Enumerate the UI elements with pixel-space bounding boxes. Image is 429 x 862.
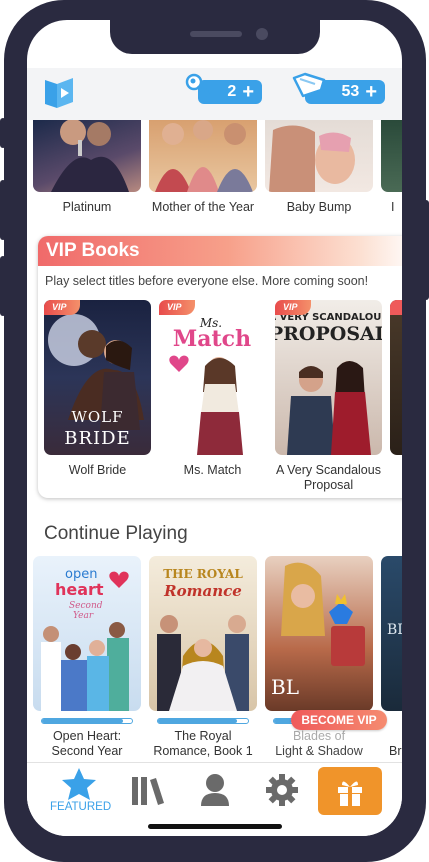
vip-badge: VIP xyxy=(159,300,195,315)
title-line-1: Blades of xyxy=(292,729,346,743)
person-icon xyxy=(201,774,229,806)
continue-title-blades[interactable]: Blades of Light & Shadow xyxy=(261,729,377,759)
app-logo-icon[interactable] xyxy=(43,76,75,110)
continue-title-open-heart[interactable]: Open Heart: Second Year xyxy=(29,729,145,759)
cover-partial-text: BI xyxy=(387,622,402,638)
title-line-2: Second Year xyxy=(51,744,123,758)
svg-text:Year: Year xyxy=(73,611,94,621)
continue-cover-open-heart[interactable]: open heart Second Year xyxy=(33,556,141,711)
top-bar: 2 + 53 + xyxy=(27,68,402,120)
keys-count: 2 xyxy=(227,83,237,100)
progress-fill xyxy=(42,719,123,723)
book-cover-baby-bump[interactable] xyxy=(265,120,373,192)
camera xyxy=(256,28,268,40)
volume-down-button xyxy=(0,256,6,316)
vip-badge: VIP xyxy=(275,300,311,315)
title-line-1: A Very Scandalous xyxy=(276,463,381,477)
vip-book-title-scandalous-proposal[interactable]: A Very Scandalous Proposal xyxy=(275,463,382,493)
vip-header: VIP Books xyxy=(38,236,402,266)
vip-book-cover-scandalous-proposal[interactable]: A VERY SCANDALOUS PROPOSAL VIP xyxy=(275,300,382,455)
gems-count: 53 xyxy=(341,83,360,100)
svg-text:Romance: Romance xyxy=(163,582,242,600)
svg-text:PROPOSAL: PROPOSAL xyxy=(275,323,382,345)
vip-book-title-wolf-bride[interactable]: Wolf Bride xyxy=(44,463,151,478)
book-title-baby-bump[interactable]: Baby Bump xyxy=(265,200,373,215)
continue-playing-heading: Continue Playing xyxy=(44,523,188,544)
svg-text:Match: Match xyxy=(173,326,251,352)
progress-royal-romance xyxy=(157,718,249,724)
book-cover-partial[interactable] xyxy=(381,120,402,192)
tab-featured-label: FEATURED xyxy=(50,801,112,813)
vip-book-cover-ms-match[interactable]: Ms. Match VIP xyxy=(159,300,266,455)
cover-art xyxy=(155,120,253,192)
vip-badge-partial xyxy=(390,300,402,315)
svg-text:WOLF: WOLF xyxy=(71,408,123,426)
continue-title-royal-romance[interactable]: The Royal Romance, Book 1 xyxy=(145,729,261,759)
add-keys-icon[interactable]: + xyxy=(242,82,254,102)
cover-art: WOLF BRIDE xyxy=(48,314,144,449)
continue-cover-partial[interactable]: BI xyxy=(381,556,402,711)
cover-art: open heart Second Year xyxy=(41,567,129,711)
continue-cover-blades[interactable]: BL xyxy=(265,556,373,711)
vip-heading: VIP Books xyxy=(46,240,140,261)
progress-fill xyxy=(274,719,292,723)
key-icon xyxy=(185,73,210,98)
vip-subtitle: Play select titles before everyone else.… xyxy=(45,274,369,288)
svg-text:THE ROYAL: THE ROYAL xyxy=(163,567,243,581)
continue-title-partial[interactable]: Br xyxy=(389,744,402,759)
cover-art: BL xyxy=(271,562,365,699)
book-cover-platinum[interactable] xyxy=(33,120,141,192)
book-cover-mother-of-the-year[interactable] xyxy=(149,120,257,192)
become-vip-button[interactable]: BECOME VIP xyxy=(291,710,387,730)
svg-text:heart: heart xyxy=(55,580,104,599)
title-line-1: The Royal xyxy=(174,729,232,743)
book-title-partial[interactable]: I xyxy=(391,200,402,215)
cover-art: A VERY SCANDALOUS PROPOSAL xyxy=(275,312,382,455)
gear-icon xyxy=(266,774,298,806)
app-screen: 2 + 53 + Platinum Mother of the Year Bab… xyxy=(27,20,402,836)
cover-art xyxy=(51,120,129,192)
add-gems-icon[interactable]: + xyxy=(365,82,377,102)
volume-up-button xyxy=(0,180,6,240)
title-line-2: Light & Shadow xyxy=(275,744,363,758)
book-title-mother-of-the-year[interactable]: Mother of the Year xyxy=(149,200,257,215)
home-indicator xyxy=(148,824,282,829)
title-line-2: Romance, Book 1 xyxy=(153,744,253,758)
continue-cover-royal-romance[interactable]: THE ROYAL Romance xyxy=(149,556,257,711)
tab-library[interactable] xyxy=(127,763,167,819)
cover-art: THE ROYAL Romance xyxy=(157,567,249,711)
vip-book-cover-partial[interactable] xyxy=(390,300,402,455)
book-title-platinum[interactable]: Platinum xyxy=(33,200,141,215)
notch xyxy=(110,20,320,54)
vip-books-panel: VIP Books Play select titles before ever… xyxy=(38,236,402,498)
tab-settings[interactable] xyxy=(261,763,303,819)
diamond-icon xyxy=(292,72,326,98)
svg-text:BL: BL xyxy=(271,675,299,699)
power-button xyxy=(423,200,429,300)
svg-text:Second: Second xyxy=(69,601,103,611)
title-line-1: Open Heart: xyxy=(52,729,122,743)
title-line-2: Proposal xyxy=(303,478,354,492)
tab-profile[interactable] xyxy=(195,763,235,819)
cover-art xyxy=(269,125,355,192)
library-icon xyxy=(132,777,164,805)
mute-switch xyxy=(0,118,6,148)
star-icon xyxy=(62,768,96,800)
tab-featured[interactable]: FEATURED xyxy=(45,763,115,819)
vip-badge: VIP xyxy=(44,300,80,315)
gift-icon xyxy=(338,781,362,806)
cover-art: Ms. Match xyxy=(169,316,251,455)
tab-gifts[interactable] xyxy=(318,767,382,815)
svg-text:BRIDE: BRIDE xyxy=(64,428,130,449)
featured-scroll-area[interactable]: Platinum Mother of the Year Baby Bump I … xyxy=(27,120,402,760)
speaker xyxy=(190,31,242,37)
progress-open-heart xyxy=(41,718,133,724)
vip-book-title-ms-match[interactable]: Ms. Match xyxy=(159,463,266,478)
vip-book-cover-wolf-bride[interactable]: WOLF BRIDE VIP xyxy=(44,300,151,455)
progress-fill xyxy=(158,719,238,723)
